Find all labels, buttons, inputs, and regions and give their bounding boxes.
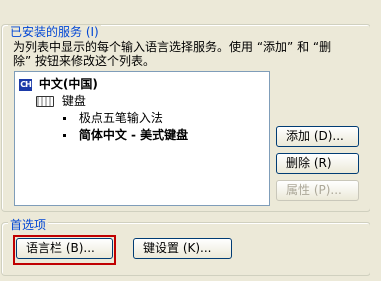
dialog-right-edge bbox=[370, 0, 381, 281]
bullet-icon bbox=[63, 134, 66, 137]
keyboard-label: 键盘 bbox=[61, 94, 86, 108]
services-tree-list[interactable]: CH 中文(中国) 键盘 极点五笔输入法 简体中文 - 美式键盘 bbox=[14, 71, 270, 206]
keyboard-icon bbox=[36, 96, 54, 107]
language-code-icon: CH bbox=[19, 78, 32, 91]
service-label: 简体中文 - 美式键盘 bbox=[78, 128, 189, 142]
add-button[interactable]: 添加 (D)... bbox=[276, 126, 359, 147]
service-label: 极点五笔输入法 bbox=[78, 111, 163, 125]
tree-item-keyboard[interactable]: 键盘 bbox=[36, 93, 86, 109]
remove-button[interactable]: 删除 (R) bbox=[276, 153, 359, 174]
tree-item-language[interactable]: CH 中文(中国) bbox=[19, 76, 98, 92]
input-settings-dialog: { "installed_services": { "legend": "已安装… bbox=[0, 0, 381, 281]
services-description-line1: 为列表中显示的每个输入语言选择服务。使用 “添加” 和 “删 bbox=[13, 40, 332, 54]
properties-button[interactable]: 属性 (P)... bbox=[276, 180, 359, 201]
tree-item-service[interactable]: 简体中文 - 美式键盘 bbox=[63, 127, 188, 143]
tree-item-service[interactable]: 极点五笔输入法 bbox=[63, 110, 163, 126]
bullet-icon bbox=[63, 117, 66, 120]
language-bar-highlight bbox=[13, 235, 116, 265]
key-settings-button[interactable]: 键设置 (K)... bbox=[133, 238, 232, 259]
preferences-legend: 首选项 bbox=[8, 218, 49, 232]
installed-services-legend: 已安装的服务 (I) bbox=[8, 25, 101, 39]
language-label: 中文(中国) bbox=[38, 77, 98, 91]
services-description-line2: 除” 按钮来修改这个列表。 bbox=[13, 54, 156, 68]
